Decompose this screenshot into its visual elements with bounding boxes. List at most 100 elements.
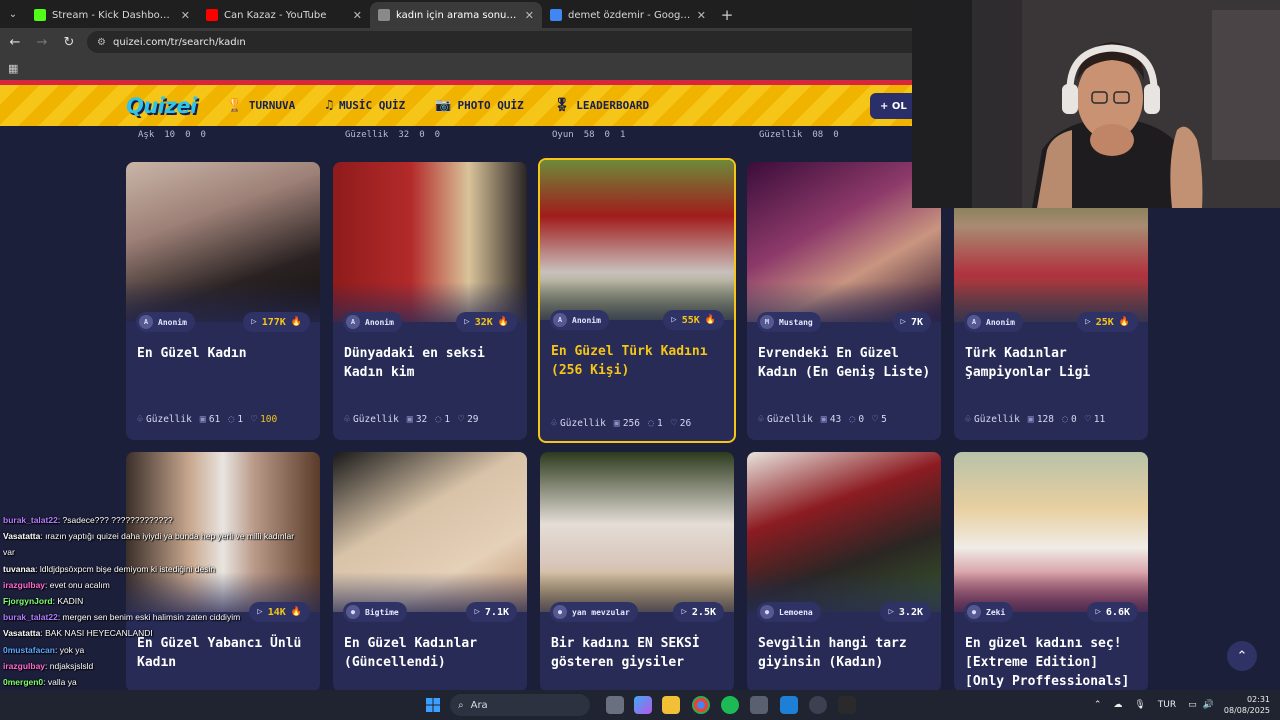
quiz-thumbnail-image[interactable] <box>747 452 941 612</box>
epic-games-icon[interactable] <box>838 696 856 714</box>
tab-close-icon[interactable]: ✕ <box>353 9 362 22</box>
quiz-meta: ♧ Güzellik ▣ 256 ◌ 1 ♡ 26 <box>551 418 726 429</box>
questions-value: 128 <box>1036 414 1054 425</box>
comments-icon: ◌ <box>435 414 442 425</box>
tab-close-icon[interactable]: ✕ <box>181 9 190 22</box>
quiz-card[interactable]: ● Lemoena ▷ 3.2K Sevgilin hangi tarz giyinsi… <box>747 452 941 690</box>
author-avatar: ● <box>967 605 981 619</box>
browser-tab[interactable]: kadın için arama sonuçları - Qu ✕ <box>370 2 542 28</box>
app-icon[interactable] <box>780 696 798 714</box>
cloud-icon[interactable]: ☁ <box>1113 700 1122 710</box>
taskbar-search-label: Ara <box>470 699 488 711</box>
language-indicator[interactable]: TUR <box>1158 700 1176 710</box>
tab-search-chevron-icon[interactable]: ⌄ <box>0 0 26 28</box>
url-input[interactable]: ⚙ quizei.com/tr/search/kadın <box>87 31 947 53</box>
author-badge[interactable]: ● Lemoena <box>757 602 821 622</box>
chat-text: : ndjaksjslsld <box>45 660 94 671</box>
browser-tab[interactable]: demet özdemir - Google'da Ara ✕ <box>542 2 714 28</box>
chrome-icon[interactable] <box>692 696 710 714</box>
questions-icon: ▣ <box>199 414 206 425</box>
author-badge[interactable]: A Anonim <box>550 310 609 330</box>
quiz-meta: ♧ Güzellik ▣ 32 ◌ 1 ♡ 29 <box>344 414 519 425</box>
author-badge[interactable]: M Mustang <box>757 312 821 332</box>
camera-icon: 📷 <box>435 98 452 113</box>
quiz-title[interactable]: En Güzel Türk Kadını (256 Kişi) <box>551 342 724 380</box>
quiz-title[interactable]: Bir kadını EN SEKSİ gösteren giysiler <box>551 634 724 672</box>
quiz-title[interactable]: Sevgilin hangi tarz giyinsin (Kadın) <box>758 634 931 672</box>
quiz-card[interactable]: A Anonim ▷ 32K 🔥 Dünyadaki en seksi Kadın kim… <box>333 162 527 440</box>
quiz-card[interactable]: A Anonim ▷ 55K 🔥 En Güzel Türk Kadını (256 Ki… <box>538 158 736 443</box>
browser-tab[interactable]: Stream - Kick Dashboard ✕ <box>26 2 198 28</box>
card-meta-strip: Aşk 10 0 0 <box>138 128 206 142</box>
nav-turnuva[interactable]: 🏆 TURNUVA <box>227 98 296 113</box>
nav-musi-c-qui-z[interactable]: ♫ MUSİC QUİZ <box>325 98 405 113</box>
chat-message: Vasatatta: ırazın yaptığı quizei daha iy… <box>0 528 330 544</box>
windows-start-icon[interactable] <box>426 698 440 712</box>
questions-value: 32 <box>415 414 428 425</box>
quiz-thumbnail-image[interactable] <box>126 162 320 322</box>
author-badge[interactable]: ● Zeki <box>964 602 1014 622</box>
quizei-logo[interactable]: Quizei <box>126 94 197 118</box>
author-badge[interactable]: A Anonim <box>343 312 402 332</box>
chat-message: burak_talat22: mergen sen benim eski hal… <box>0 609 330 625</box>
forward-arrow-icon[interactable]: → <box>30 30 54 54</box>
chat-text: : KADIN <box>52 596 84 607</box>
quiz-thumbnail-image[interactable] <box>333 162 527 322</box>
task-view-icon[interactable] <box>606 696 624 714</box>
browser-tab[interactable]: Can Kazaz - YouTube ✕ <box>198 2 370 28</box>
nav-leaderboard[interactable]: 🎖 LEADERBOARD <box>554 98 649 113</box>
obs-icon[interactable] <box>809 696 827 714</box>
category-icon: ♧ <box>137 414 144 425</box>
author-badge[interactable]: ● yan mevzular <box>550 602 638 622</box>
quiz-title[interactable]: En Güzel Kadın <box>137 344 310 363</box>
quiz-card[interactable]: A Anonim ▷ 177K 🔥 En Güzel Kadın ♧ Güzellik ▣ 61 ◌… <box>126 162 320 440</box>
scroll-to-top-button[interactable]: ⌃ <box>1227 641 1257 671</box>
quiz-thumbnail-image[interactable] <box>333 452 527 612</box>
microphone-icon[interactable]: 🎙 <box>1134 700 1145 710</box>
quiz-title[interactable]: Dünyadaki en seksi Kadın kim <box>344 344 517 382</box>
quiz-thumbnail-image[interactable] <box>540 160 734 320</box>
network-icon[interactable]: ▭ <box>1188 700 1197 710</box>
questions-stat: ▣ 128 <box>1028 414 1054 425</box>
quiz-title[interactable]: En Güzel Kadınlar (Güncellendi) <box>344 634 517 672</box>
tab-close-icon[interactable]: ✕ <box>697 9 706 22</box>
fire-icon: 🔥 <box>497 317 509 327</box>
taskbar-search-box[interactable]: ⌕ Ara <box>450 694 590 716</box>
quiz-thumbnail-image[interactable] <box>954 452 1148 612</box>
site-info-icon[interactable]: ⚙ <box>97 37 106 48</box>
store-icon[interactable] <box>750 696 768 714</box>
back-arrow-icon[interactable]: ← <box>3 30 27 54</box>
tab-close-icon[interactable]: ✕ <box>525 9 534 22</box>
comment-count: 0 <box>833 130 839 140</box>
quiz-meta: ♧ Güzellik ▣ 43 ◌ 0 ♡ 5 <box>758 414 933 425</box>
quiz-card[interactable]: ● Zeki ▷ 6.6K En güzel kadını seç! [Extreme … <box>954 452 1148 690</box>
author-name: Mustang <box>779 317 813 327</box>
reload-icon[interactable]: ↻ <box>57 30 81 54</box>
file-explorer-icon[interactable] <box>662 696 680 714</box>
copilot-icon[interactable] <box>634 696 652 714</box>
quiz-title[interactable]: En güzel kadını seç! [Extreme Edition] [… <box>965 634 1138 690</box>
likes-value: 100 <box>260 414 278 425</box>
url-text: quizei.com/tr/search/kadın <box>112 36 246 48</box>
quiz-title[interactable]: Türk Kadınlar Şampiyonlar Ligi <box>965 344 1138 382</box>
quiz-card[interactable]: ● yan mevzular ▷ 2.5K Bir kadını EN SEKSİ gö… <box>540 452 734 690</box>
spotify-icon[interactable] <box>721 696 739 714</box>
fire-icon: 🔥 <box>290 317 302 327</box>
volume-icon[interactable]: 🔊 <box>1203 700 1214 710</box>
quiz-title[interactable]: Evrendeki En Güzel Kadın (En Geniş Liste… <box>758 344 931 382</box>
tab-title: Can Kazaz - YouTube <box>224 9 327 21</box>
play-icon: ▷ <box>474 607 480 617</box>
author-badge[interactable]: ● Bigtime <box>343 602 407 622</box>
questions-icon: ▣ <box>1027 414 1034 425</box>
nav-photo-qui-z[interactable]: 📷 PHOTO QUİZ <box>435 98 523 113</box>
medal-icon: 🎖 <box>553 98 571 113</box>
author-badge[interactable]: A Anonim <box>136 312 195 332</box>
taskbar-clock[interactable]: 02:31 08/08/2025 <box>1224 694 1270 716</box>
author-badge[interactable]: A Anonim <box>964 312 1023 332</box>
new-tab-plus-icon[interactable]: + <box>714 2 740 28</box>
quiz-thumbnail-image[interactable] <box>540 452 734 612</box>
tray-chevron-up-icon[interactable]: ⌃ <box>1094 700 1102 710</box>
quiz-card[interactable]: ● Bigtime ▷ 7.1K En Güzel Kadınlar (Güncelle… <box>333 452 527 690</box>
chat-username: burak_talat22 <box>3 612 58 623</box>
apps-grid-icon[interactable]: ▦ <box>8 62 18 75</box>
